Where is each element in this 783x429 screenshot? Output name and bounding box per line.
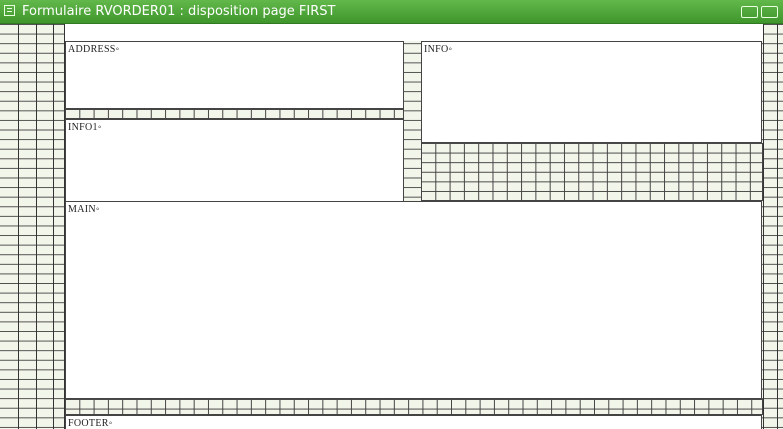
- main-band[interactable]: MAIN◦: [65, 201, 762, 399]
- footer-band[interactable]: FOOTER◦: [65, 415, 762, 429]
- grid-column-line: [777, 24, 778, 429]
- maximize-button[interactable]: [761, 6, 778, 18]
- info1-band-label: INFO1◦: [68, 122, 102, 133]
- info-band[interactable]: INFO◦: [421, 41, 762, 143]
- footer-band-label: FOOTER◦: [68, 418, 113, 429]
- grid-cell-strip: [421, 143, 763, 201]
- layout-canvas: ADDRESS◦ INFO◦ INFO1◦ MAIN◦ FOOTER◦: [0, 24, 783, 429]
- info-band-label: INFO◦: [424, 44, 453, 55]
- grid-column-line: [53, 24, 54, 429]
- window-title: Formulaire RVORDER01 : disposition page …: [22, 4, 336, 19]
- grid-cell-strip: [65, 399, 763, 415]
- main-band-label: MAIN◦: [68, 204, 100, 215]
- grid-column-line: [763, 24, 764, 429]
- minimize-button[interactable]: [741, 6, 758, 18]
- address-band-label: ADDRESS◦: [68, 44, 120, 55]
- address-band[interactable]: ADDRESS◦: [65, 41, 404, 109]
- grid-column-line: [36, 24, 37, 429]
- grid-cell-strip: [65, 109, 404, 119]
- grid-column-line: [18, 24, 19, 429]
- title-bar: Formulaire RVORDER01 : disposition page …: [0, 0, 783, 24]
- info1-band[interactable]: INFO1◦: [65, 119, 404, 202]
- page-header-area: [65, 24, 763, 41]
- form-icon: [4, 5, 15, 16]
